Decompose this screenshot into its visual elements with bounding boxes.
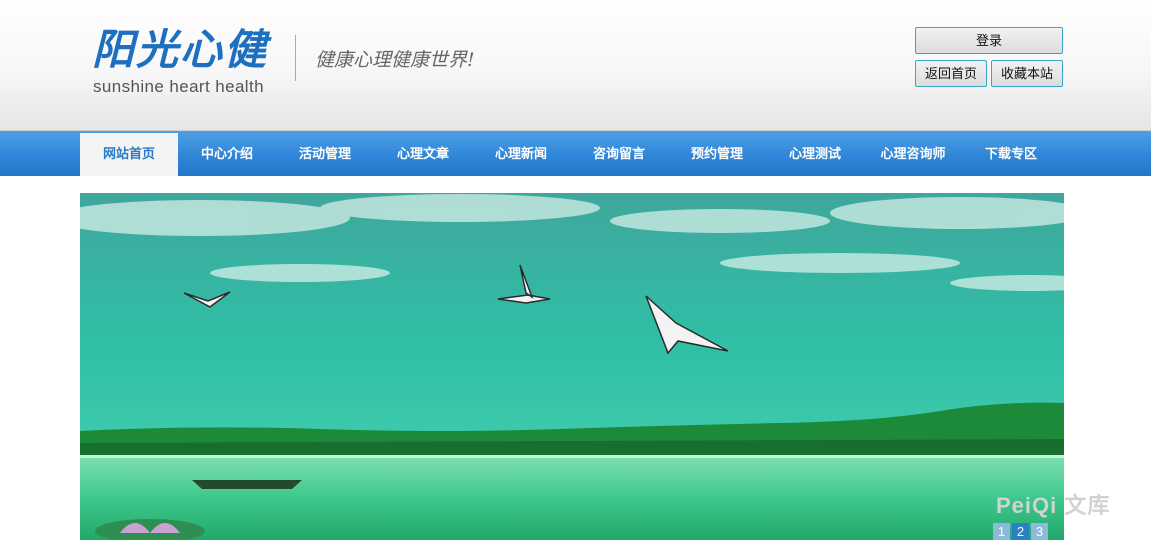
nav-item-articles[interactable]: 心理文章: [374, 133, 472, 176]
nav-item-messages[interactable]: 咨询留言: [570, 133, 668, 176]
nav-item-news[interactable]: 心理新闻: [472, 133, 570, 176]
site-logo-chinese[interactable]: 阳光心健: [92, 22, 288, 78]
main-nav: 网站首页 中心介绍 活动管理 心理文章 心理新闻 咨询留言 预约管理 心理测试 …: [0, 131, 1151, 176]
bookmark-site-button[interactable]: 收藏本站: [991, 60, 1063, 87]
watermark: PeiQi 文库: [996, 493, 1111, 518]
nav-item-home[interactable]: 网站首页: [80, 133, 178, 176]
site-slogan: 健康心理健康世界!: [315, 49, 475, 71]
back-home-button[interactable]: 返回首页: [915, 60, 987, 87]
banner-page-3[interactable]: 3: [1031, 523, 1048, 540]
nav-item-tests[interactable]: 心理测试: [766, 133, 864, 176]
banner-scenery-image: [80, 193, 1064, 540]
nav-item-activities[interactable]: 活动管理: [276, 133, 374, 176]
site-logo-english: sunshine heart health: [93, 77, 264, 96]
banner-page-1[interactable]: 1: [993, 523, 1010, 540]
login-button[interactable]: 登录: [915, 27, 1063, 54]
nav-item-downloads[interactable]: 下载专区: [962, 133, 1060, 176]
hero-banner[interactable]: [80, 193, 1064, 540]
site-header: 阳光心健 sunshine heart health 健康心理健康世界! 登录 …: [0, 0, 1151, 131]
logo-divider: [295, 35, 296, 81]
nav-item-center-intro[interactable]: 中心介绍: [178, 133, 276, 176]
nav-item-counselors[interactable]: 心理咨询师: [864, 133, 962, 176]
nav-item-appointments[interactable]: 预约管理: [668, 133, 766, 176]
banner-page-2[interactable]: 2: [1012, 523, 1029, 540]
